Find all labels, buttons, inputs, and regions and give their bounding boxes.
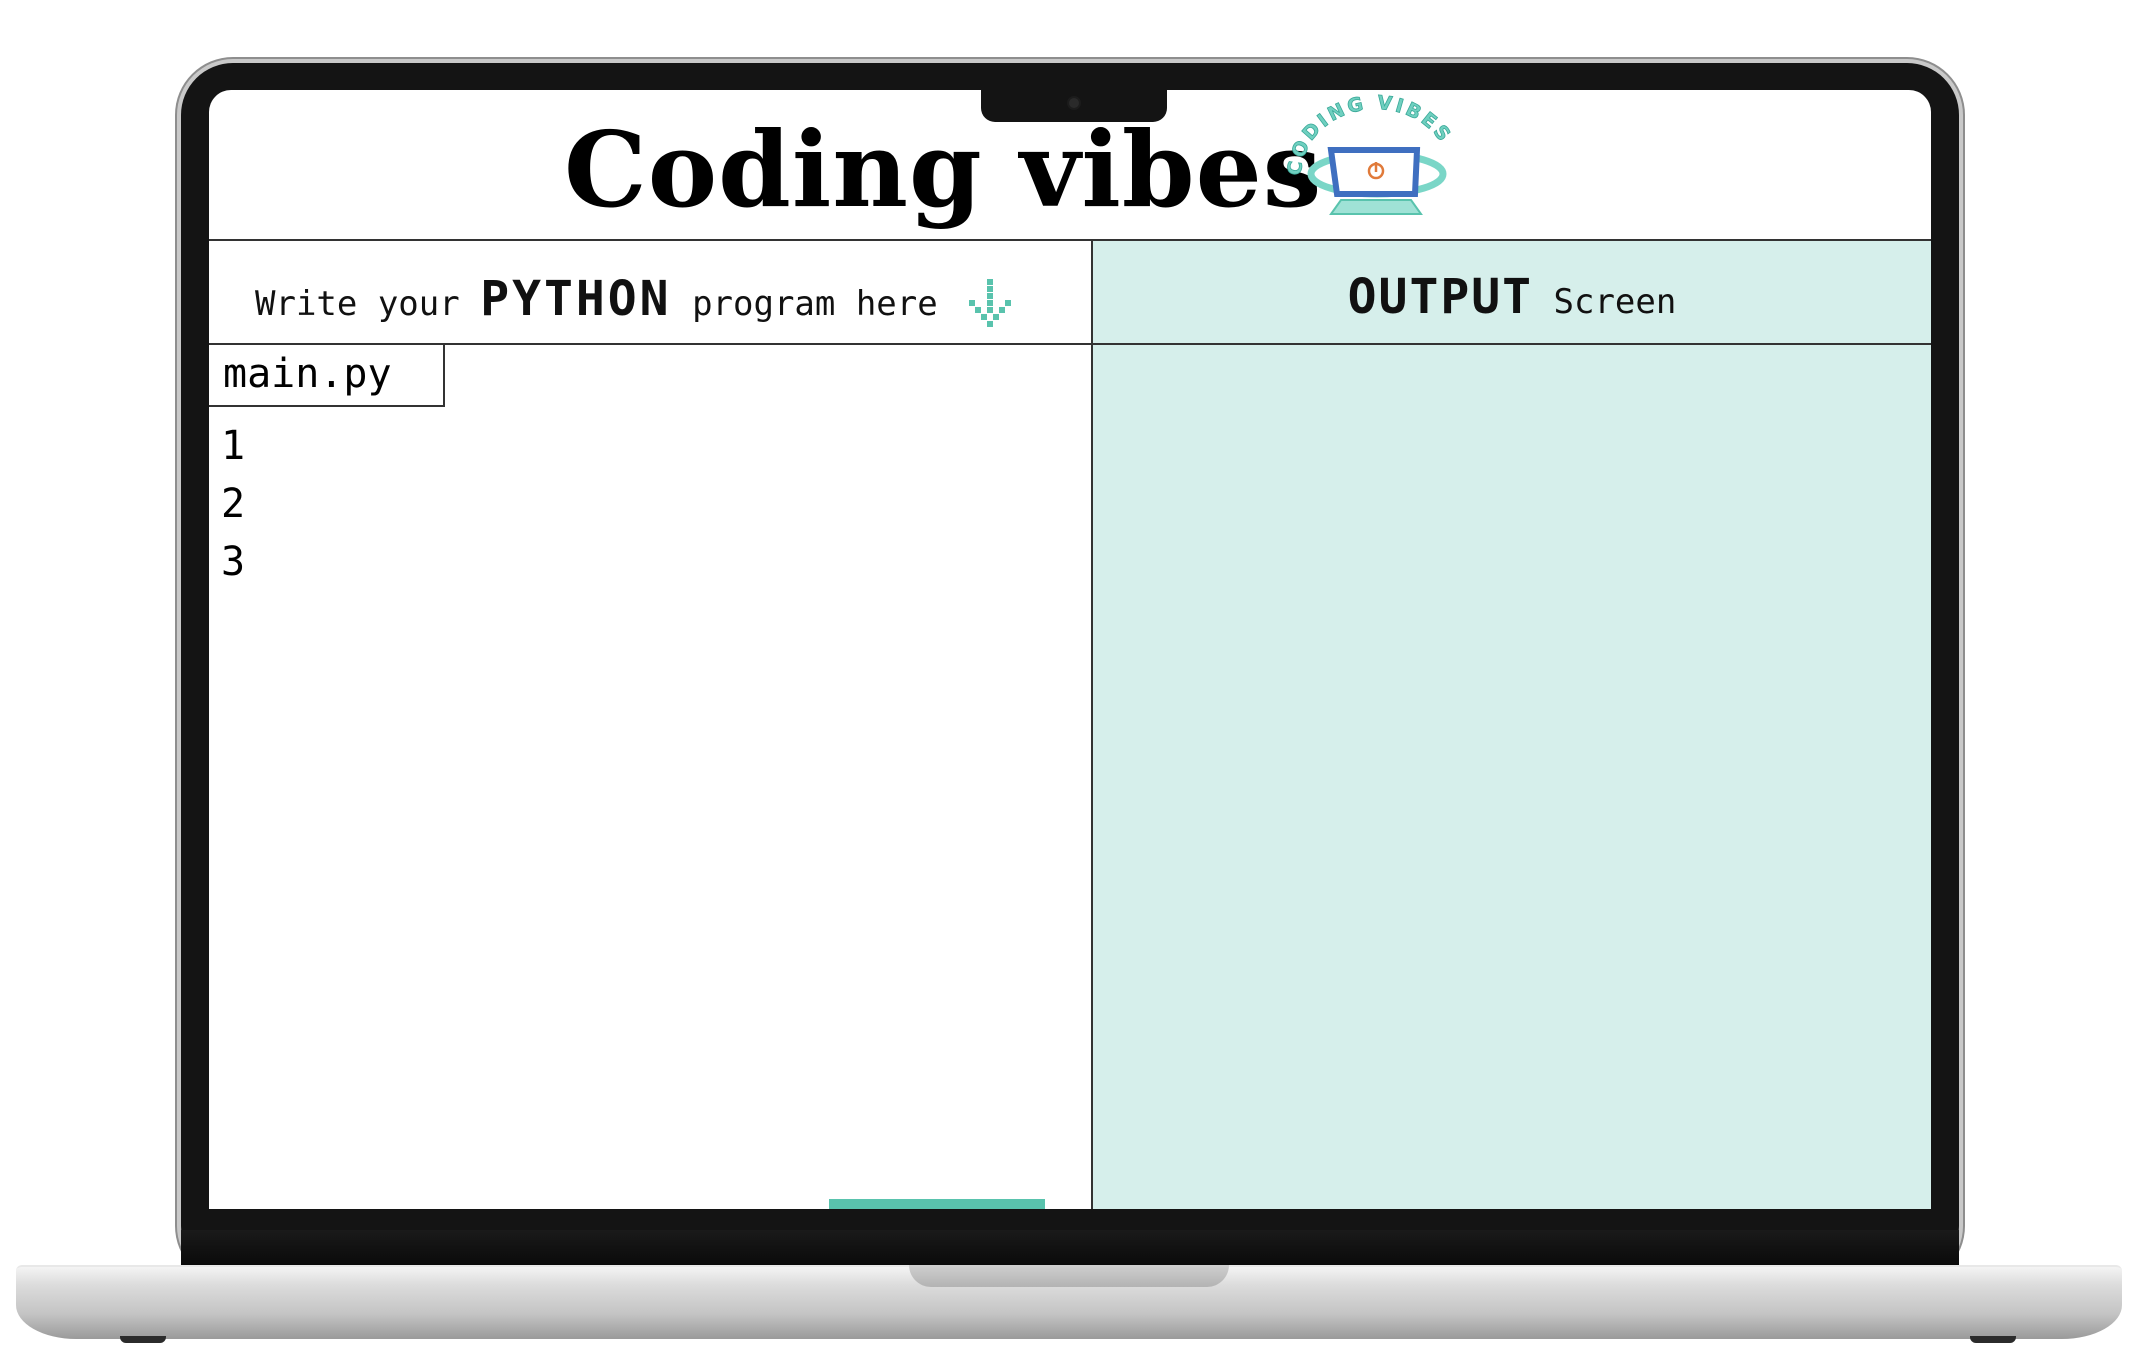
- editor-heading-language: PYTHON: [480, 271, 672, 327]
- line-number: 1: [221, 423, 246, 469]
- laptop-foot-right: [1970, 1336, 2016, 1343]
- file-tab-main-py[interactable]: main.py: [209, 345, 445, 407]
- output-heading-rest: Screen: [1553, 282, 1677, 322]
- line-number-gutter: 1 2 3: [221, 417, 245, 591]
- camera-notch: [981, 90, 1167, 122]
- editor-header: Write your PYTHON program here: [209, 241, 1091, 345]
- line-number: 3: [221, 539, 246, 585]
- editor-heading: Write your PYTHON program here: [255, 271, 1016, 329]
- output-heading: OUTPUT Screen: [1093, 269, 1931, 325]
- editor-heading-prefix: Write your: [255, 284, 460, 324]
- editor-heading-suffix: program here: [692, 284, 938, 324]
- line-number: 2: [221, 481, 246, 527]
- arrow-down-icon: [969, 279, 1012, 327]
- laptop-screen: Coding vibes CODING VIBES Write your PYT…: [209, 90, 1931, 1209]
- output-header: OUTPUT Screen: [1093, 241, 1931, 345]
- camera-icon: [1069, 98, 1079, 108]
- code-editor-panel: Write your PYTHON program here main.py 1…: [209, 241, 1093, 1209]
- laptop-foot-left: [120, 1336, 166, 1343]
- laptop-hinge: [181, 1230, 1959, 1266]
- laptop-base-notch: [909, 1265, 1229, 1287]
- run-button[interactable]: RUN: [829, 1199, 1045, 1209]
- app-title: Coding vibes: [564, 108, 1323, 231]
- coding-vibes-logo-icon: CODING VIBES: [1283, 94, 1454, 215]
- output-panel: OUTPUT Screen: [1093, 241, 1931, 1209]
- output-heading-strong: OUTPUT: [1347, 269, 1534, 325]
